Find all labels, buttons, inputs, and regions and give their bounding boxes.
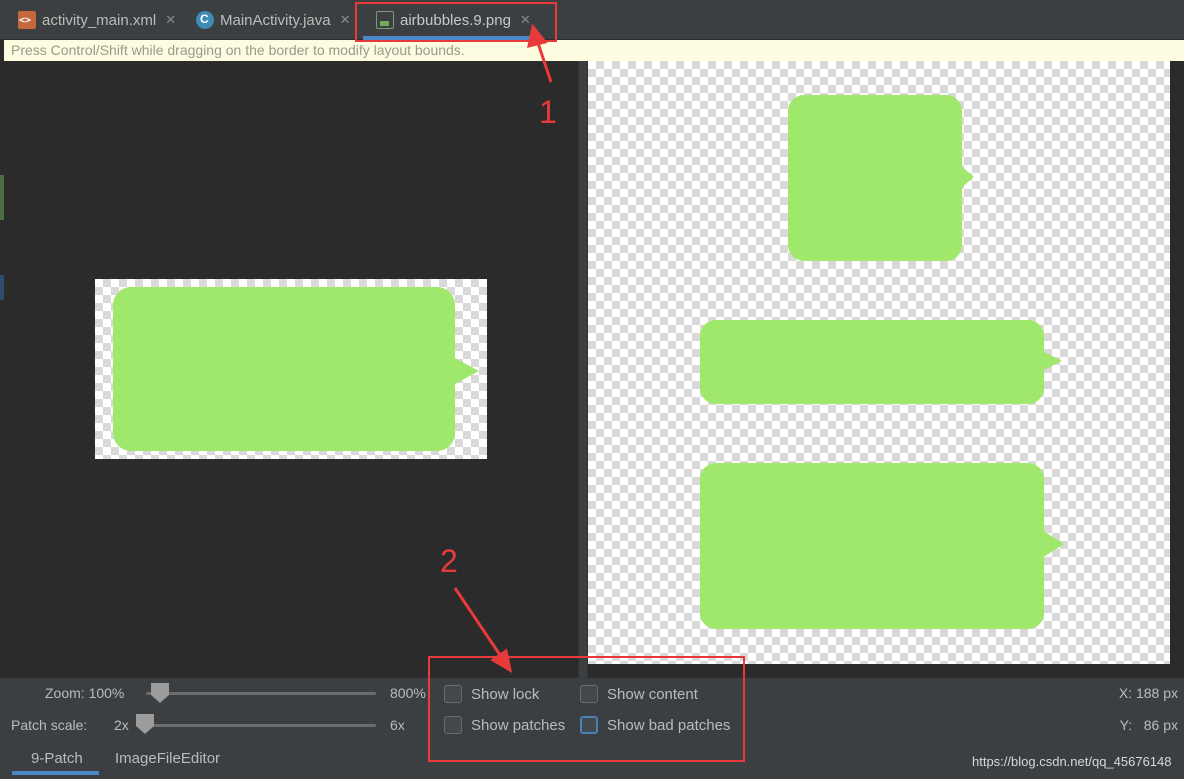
cursor-y-readout: Y: 86 px	[1119, 717, 1178, 733]
zoom-max-label: 800%	[390, 685, 426, 701]
watermark: https://blog.csdn.net/qq_45676148	[972, 754, 1172, 769]
annotation-box-1	[355, 2, 557, 42]
patch-scale-slider-track[interactable]	[136, 724, 376, 727]
patch-scale-slider-thumb[interactable]	[136, 714, 154, 734]
active-bottom-tab-indicator	[12, 771, 99, 775]
zoom-label: Zoom: 100%	[45, 685, 125, 701]
tab-main-activity-java[interactable]: MainActivity.java ✕	[196, 0, 351, 40]
zoom-slider-track[interactable]	[146, 692, 376, 695]
editor-tab-bar: activity_main.xml ✕ MainActivity.java ✕ …	[0, 0, 1184, 40]
annotation-box-2	[428, 656, 745, 762]
tab-label: activity_main.xml	[42, 11, 157, 29]
tab-image-file-editor[interactable]: ImageFileEditor	[115, 750, 220, 767]
preview-margin	[1170, 61, 1184, 678]
java-class-icon	[196, 11, 214, 29]
annotation-label-1: 1	[539, 94, 557, 130]
cursor-x-readout: X: 188 px	[1118, 685, 1178, 701]
edge-strip	[0, 175, 4, 220]
close-icon[interactable]: ✕	[165, 12, 176, 28]
hint-bar: Press Control/Shift while dragging on th…	[4, 40, 1184, 61]
pane-splitter[interactable]	[578, 61, 588, 678]
xml-file-icon	[18, 11, 36, 29]
patch-scale-min-label: 2x	[114, 717, 129, 733]
tab-label: MainActivity.java	[220, 11, 331, 29]
edge-strip	[0, 275, 4, 300]
zoom-slider-thumb[interactable]	[151, 683, 169, 703]
close-icon[interactable]: ✕	[340, 12, 351, 28]
stretch-preview-pane	[588, 61, 1170, 664]
nine-patch-image-canvas[interactable]	[95, 279, 487, 459]
tab-activity-main-xml[interactable]: activity_main.xml ✕	[18, 0, 176, 40]
patch-scale-max-label: 6x	[390, 717, 405, 733]
patch-scale-label: Patch scale:	[11, 717, 88, 733]
annotation-label-2: 2	[440, 543, 458, 579]
tab-9-patch[interactable]: 9-Patch	[31, 750, 83, 767]
